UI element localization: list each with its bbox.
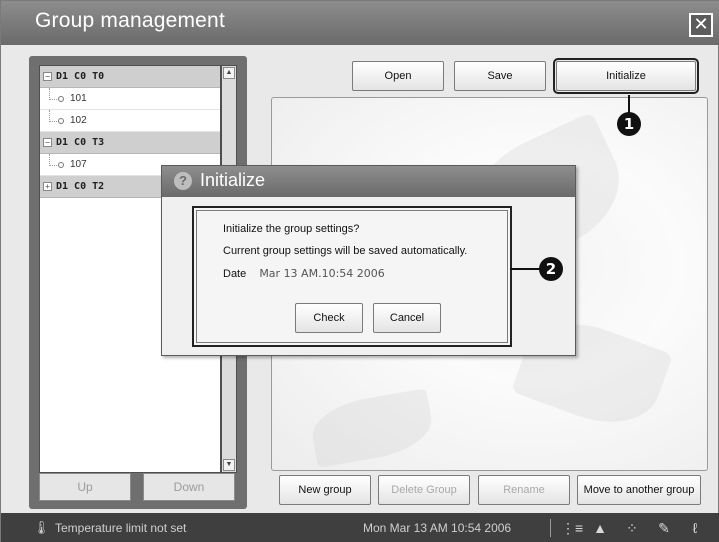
tree-group-label: D1 C0 T2 — [56, 181, 105, 192]
tree-item-label: 102 — [70, 115, 87, 126]
tree-item-101[interactable]: 101 — [40, 88, 220, 110]
cancel-button[interactable]: Cancel — [373, 303, 441, 333]
scroll-down-icon[interactable]: ▼ — [223, 459, 235, 471]
up-button[interactable]: Up — [39, 473, 131, 501]
callout-marker-2: 2 — [539, 257, 563, 281]
initialize-dialog: ? Initialize Initialize the group settin… — [161, 165, 576, 356]
status-message: Temperature limit not set — [55, 521, 187, 535]
status-bar: 🌡 Temperature limit not set Mon Mar 13 A… — [1, 513, 719, 542]
pen-icon[interactable]: ✎ — [655, 519, 673, 537]
title-bar: Group management ✕ — [1, 1, 719, 45]
dialog-question: Initialize the group settings? — [223, 223, 360, 235]
unit-icon — [58, 96, 64, 102]
signal-icon[interactable]: ℓ — [685, 519, 705, 537]
tree-group-d1c0t3[interactable]: − D1 C0 T3 — [40, 132, 220, 154]
new-group-button[interactable]: New group — [279, 475, 371, 505]
help-icon: ? — [174, 172, 192, 190]
dialog-title: Initialize — [200, 170, 266, 190]
status-clock: Mon Mar 13 AM 10:54 2006 — [363, 521, 512, 535]
date-value: Mar 13 AM.10:54 2006 — [259, 267, 385, 280]
dialog-inner-frame: Initialize the group settings? Current g… — [196, 210, 508, 343]
unit-icon — [58, 162, 64, 168]
rename-button[interactable]: Rename — [478, 475, 570, 505]
tree-connector — [49, 110, 57, 122]
callout-leader — [628, 95, 630, 113]
unit-icon — [58, 118, 64, 124]
callout-leader — [510, 268, 540, 270]
expand-icon[interactable]: + — [43, 182, 52, 191]
dots-icon[interactable]: ⁘ — [623, 519, 641, 537]
scroll-up-icon[interactable]: ▲ — [223, 67, 235, 79]
dialog-message-box: Initialize the group settings? Current g… — [192, 206, 512, 347]
initialize-button[interactable]: Initialize — [553, 58, 699, 94]
move-buttons: Up Down — [39, 473, 237, 501]
tree-connector — [49, 88, 57, 100]
tree-group-label: D1 C0 T3 — [56, 137, 105, 148]
close-icon: ✕ — [693, 14, 709, 34]
down-button[interactable]: Down — [143, 473, 235, 501]
tree-group-d1c0t0[interactable]: − D1 C0 T0 — [40, 66, 220, 88]
check-button[interactable]: Check — [295, 303, 363, 333]
tree-group-label: D1 C0 T0 — [56, 71, 105, 82]
thermometer-icon: 🌡 — [33, 520, 50, 535]
tree-item-label: 107 — [70, 159, 87, 170]
group-management-window: Group management ✕ − D1 C0 T0 101 102 − — [0, 0, 719, 542]
dialog-note: Current group settings will be saved aut… — [223, 245, 468, 257]
status-divider — [550, 519, 551, 537]
tree-item-label: 101 — [70, 93, 87, 104]
date-row: Date Mar 13 AM.10:54 2006 — [223, 267, 385, 280]
tree-item-102[interactable]: 102 — [40, 110, 220, 132]
schedule-icon[interactable]: ⋮≡ — [561, 519, 583, 537]
warning-icon[interactable]: ▲ — [591, 519, 609, 537]
delete-group-button[interactable]: Delete Group — [378, 475, 470, 505]
window-title: Group management — [35, 9, 225, 32]
move-to-group-button[interactable]: Move to another group — [577, 475, 701, 505]
background-leaf — [307, 388, 437, 468]
close-button[interactable]: ✕ — [689, 13, 713, 37]
tree-connector — [49, 154, 57, 166]
callout-marker-1: 1 — [617, 112, 641, 136]
dialog-title-bar: ? Initialize — [162, 166, 575, 197]
collapse-icon[interactable]: − — [43, 72, 52, 81]
collapse-icon[interactable]: − — [43, 138, 52, 147]
open-button[interactable]: Open — [352, 61, 444, 91]
save-button[interactable]: Save — [454, 61, 546, 91]
date-label: Date — [223, 268, 247, 280]
